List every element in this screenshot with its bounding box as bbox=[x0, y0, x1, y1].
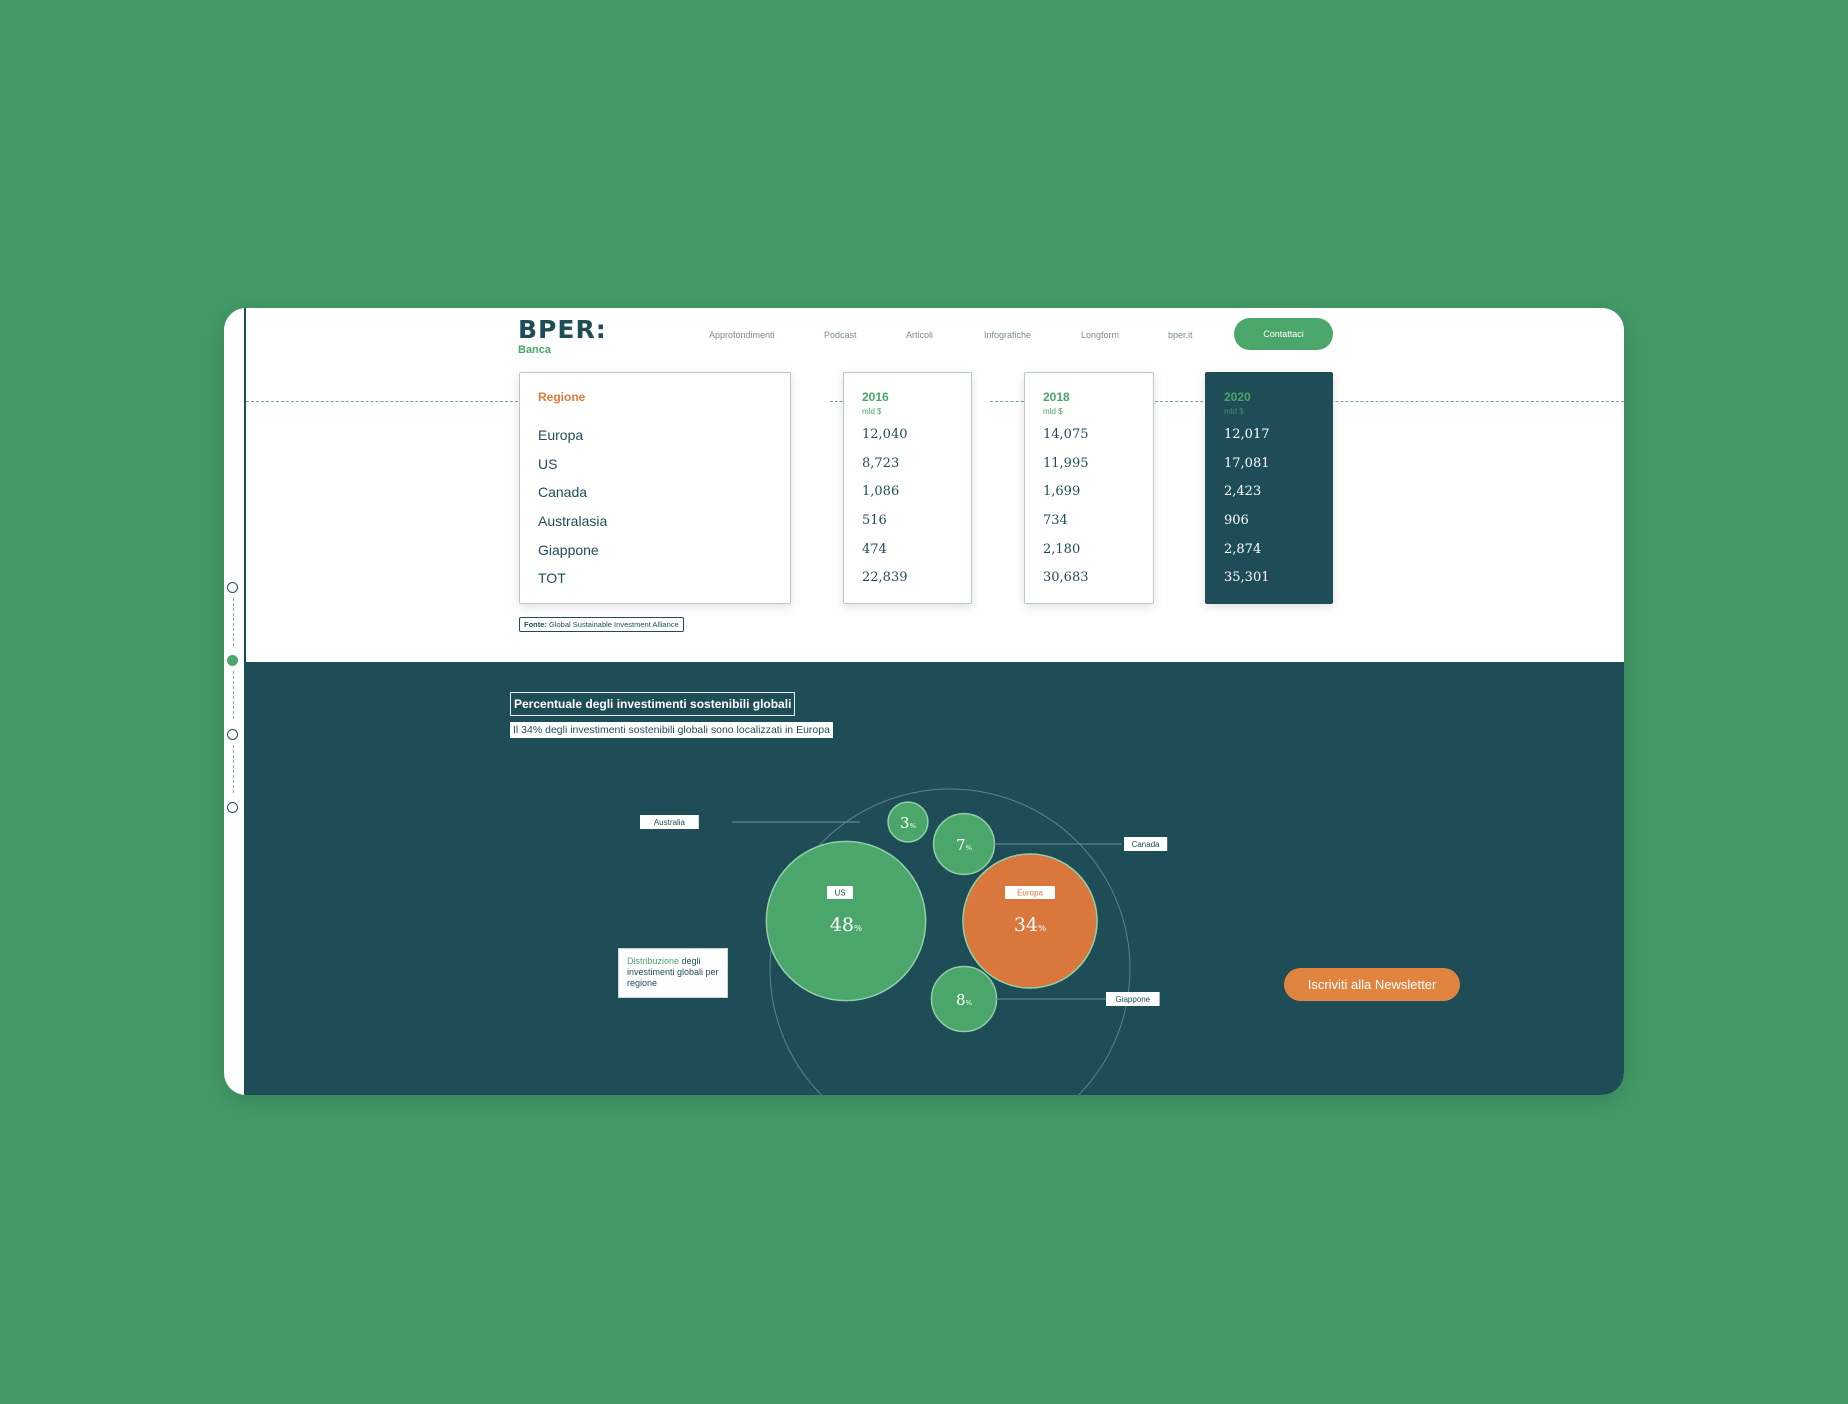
value-cell: 35,301 bbox=[1224, 570, 1270, 585]
year-card-2020: 2020 mld $ 12,017 17,081 2,423 906 2,874… bbox=[1205, 372, 1333, 604]
chart-section: Percentuale degli investimenti sostenibi… bbox=[246, 662, 1624, 1095]
region-giappone: Giappone bbox=[538, 542, 599, 558]
value-cell: 474 bbox=[862, 542, 887, 557]
bubble-chart: 48%US34%Europa8% Giappone7% Canada3%Austra… bbox=[640, 788, 1168, 1095]
bubble-tag-europa: Europa bbox=[1017, 889, 1043, 898]
dot-connector bbox=[233, 671, 234, 719]
bper-logo[interactable]: BPER: Banca bbox=[518, 315, 607, 357]
unit-label: mld $ bbox=[1224, 407, 1244, 416]
dot-connector bbox=[233, 745, 234, 793]
browser-frame: BPER: Banca Approfondimenti Podcast Arti… bbox=[224, 308, 1624, 1095]
section-dot-1[interactable] bbox=[227, 582, 238, 593]
year-label: 2020 bbox=[1224, 390, 1251, 404]
bubble-tag-us: US bbox=[834, 889, 845, 898]
nav-articoli[interactable]: Articoli bbox=[906, 330, 933, 340]
value-cell: 1,086 bbox=[862, 484, 900, 499]
section-dot-4[interactable] bbox=[227, 802, 238, 813]
region-australasia: Australasia bbox=[538, 513, 608, 529]
newsletter-button[interactable]: Iscriviti alla Newsletter bbox=[1284, 968, 1460, 1001]
value-cell: 17,081 bbox=[1224, 456, 1270, 471]
value-cell: 8,723 bbox=[862, 456, 900, 471]
value-cell: 2,874 bbox=[1224, 542, 1262, 557]
region-title: Regione bbox=[538, 390, 586, 404]
nav-bper-it[interactable]: bper.it bbox=[1168, 330, 1193, 340]
section-dot-3[interactable] bbox=[227, 729, 238, 740]
region-card: Regione Europa US Canada Australasia Gia… bbox=[519, 372, 791, 604]
unit-label: mld $ bbox=[1043, 407, 1063, 416]
logo-subtitle: Banca bbox=[518, 344, 552, 356]
callout-label-canada: Canada bbox=[1132, 840, 1161, 849]
value-cell: 12,017 bbox=[1224, 427, 1270, 442]
value-cell: 30,683 bbox=[1043, 570, 1089, 585]
nav-infografiche[interactable]: Infografiche bbox=[984, 330, 1031, 340]
source-note: Fonte: Global Sustainable Investment All… bbox=[519, 617, 684, 632]
bubble-unit: % bbox=[910, 822, 917, 830]
value-cell: 734 bbox=[1043, 513, 1068, 528]
year-card-2018: 2018 mld $ 14,075 11,995 1,699 734 2,180… bbox=[1024, 372, 1154, 604]
year-card-2016: 2016 mld $ 12,040 8,723 1,086 516 474 22… bbox=[843, 372, 972, 604]
value-cell: 12,040 bbox=[862, 427, 908, 442]
callout-label-giappone: Giappone bbox=[1115, 995, 1150, 1004]
region-canada: Canada bbox=[538, 484, 588, 500]
value-cell: 22,839 bbox=[862, 570, 908, 585]
value-cell: 14,075 bbox=[1043, 427, 1089, 442]
callout-label-australia: Australia bbox=[654, 818, 686, 827]
section-dot-2[interactable] bbox=[227, 655, 238, 666]
chart-legend: Distribuzione degli investimenti globali… bbox=[618, 948, 728, 998]
value-cell: 2,423 bbox=[1224, 484, 1262, 499]
legend-highlight: Distribuzione bbox=[627, 956, 680, 966]
region-tot: TOT bbox=[538, 570, 566, 586]
value-cell: 906 bbox=[1224, 513, 1249, 528]
value-cell: 2,180 bbox=[1043, 542, 1081, 557]
region-europa: Europa bbox=[538, 427, 584, 443]
value-cell: 1,699 bbox=[1043, 484, 1081, 499]
contact-button[interactable]: Contattaci bbox=[1234, 318, 1333, 350]
region-us: US bbox=[538, 456, 558, 472]
source-label: Fonte: bbox=[524, 620, 547, 629]
logo-wordmark: BPER: bbox=[518, 315, 607, 344]
bubble-unit: % bbox=[966, 844, 973, 852]
year-label: 2018 bbox=[1043, 390, 1070, 404]
value-cell: 516 bbox=[862, 513, 887, 528]
unit-label: mld $ bbox=[862, 407, 882, 416]
bubble-unit: % bbox=[854, 924, 862, 934]
bubble-unit: % bbox=[966, 999, 973, 1007]
dashed-guide bbox=[246, 401, 518, 402]
value-cell: 11,995 bbox=[1043, 456, 1089, 471]
nav-longform[interactable]: Longform bbox=[1081, 330, 1119, 340]
nav-podcast[interactable]: Podcast bbox=[824, 330, 857, 340]
dot-connector bbox=[233, 598, 234, 646]
nav-approfondimenti[interactable]: Approfondimenti bbox=[709, 330, 775, 340]
bubble-unit: % bbox=[1038, 924, 1046, 934]
source-text: Global Sustainable Investment Alliance bbox=[549, 620, 679, 629]
year-label: 2016 bbox=[862, 390, 889, 404]
